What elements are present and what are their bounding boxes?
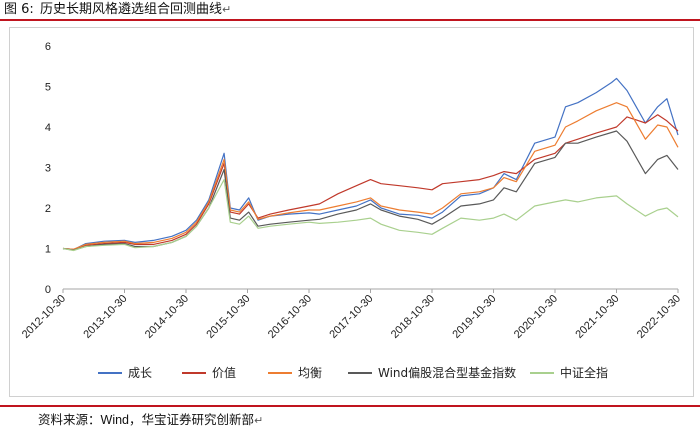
y-tick-label: 2	[45, 203, 51, 215]
series-line-1	[62, 114, 679, 250]
source-prefix: 资料来源：	[38, 412, 101, 427]
legend-label-3: Wind偏股混合型基金指数	[378, 365, 516, 380]
legend-label-0: 成长	[128, 366, 152, 380]
legend-label-1: 价值	[212, 365, 236, 380]
source-wind: Wind	[100, 413, 129, 427]
bottom-divider	[0, 405, 700, 407]
y-tick-label: 3	[45, 163, 51, 175]
y-tick-label: 0	[45, 284, 51, 296]
series-line-0	[62, 77, 679, 251]
y-tick-label: 5	[45, 82, 51, 94]
x-tick-label: 2012-10-30	[20, 293, 68, 341]
top-divider	[0, 19, 700, 21]
x-tick-label: 2016-10-30	[266, 293, 314, 341]
x-tick-label: 2022-10-30	[635, 293, 683, 341]
legend-label-2: 均衡	[298, 366, 322, 380]
legend-label-4: 中证全指	[560, 365, 608, 380]
chart-frame: 0 1 2 3 4 5 6 2012-10-30 2013-10-30 2014-10-30 201…	[9, 27, 694, 397]
figure-title: 历史长期风格遴选组合回测曲线	[39, 2, 222, 17]
backtest-line-chart: 0 1 2 3 4 5 6 2012-10-30 2013-10-30 2014-10-30 201…	[20, 41, 683, 380]
x-tick-label: 2014-10-30	[143, 293, 191, 341]
figure-label: 图 6:	[4, 2, 34, 17]
source-return-mark: ↵	[254, 414, 264, 427]
source-separator: ，	[129, 412, 142, 427]
x-tick-label: 2013-10-30	[81, 293, 129, 341]
y-tick-label: 4	[45, 122, 51, 134]
x-tick-label: 2019-10-30	[450, 293, 498, 341]
x-tick-label: 2020-10-30	[512, 293, 560, 341]
x-tick-label: 2021-10-30	[573, 293, 621, 341]
y-tick-label: 6	[45, 41, 51, 53]
source-note: 资料来源：Wind，华宝证券研究创新部↵	[38, 411, 263, 429]
series-line-3	[62, 130, 679, 251]
caption-return-mark: ↵	[221, 3, 232, 16]
y-tick-label: 1	[45, 244, 51, 256]
x-tick-label: 2018-10-30	[389, 293, 437, 341]
x-tick-label: 2015-10-30	[204, 293, 252, 341]
x-tick-label: 2017-10-30	[327, 293, 375, 341]
source-org: 华宝证券研究创新部	[141, 412, 255, 427]
series-line-2	[62, 102, 679, 250]
figure-caption: 图 6: 历史长期风格遴选组合回测曲线↵	[0, 0, 700, 20]
